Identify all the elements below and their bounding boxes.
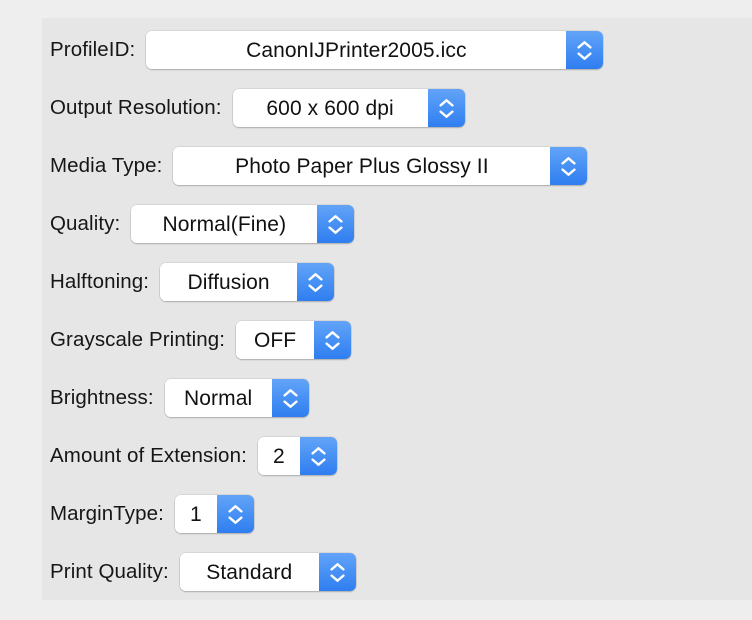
- stepper-control-margin-type[interactable]: 1: [174, 495, 254, 533]
- label-grayscale-printing: Grayscale Printing:: [50, 327, 226, 351]
- stepper-down-brightness[interactable]: [283, 399, 298, 408]
- setting-row-output-resolution: Output Resolution: 600 x 600 dpi: [50, 88, 465, 128]
- stepper-buttons-profile-id[interactable]: [566, 31, 604, 69]
- setting-row-amount-of-extension: Amount of Extension: 2: [50, 436, 337, 476]
- stepper-down-output-resolution[interactable]: [439, 109, 454, 118]
- setting-row-quality: Quality: Normal(Fine): [50, 204, 355, 244]
- stepper-up-halftoning[interactable]: [308, 272, 323, 281]
- stepper-control-grayscale-printing[interactable]: OFF: [236, 321, 352, 359]
- label-margin-type: MarginType:: [50, 501, 164, 525]
- printer-settings-panel: ProfileID: CanonIJPrinter2005.icc Output R…: [42, 18, 752, 600]
- value-profile-id[interactable]: CanonIJPrinter2005.icc: [146, 31, 567, 69]
- stepper-buttons-quality[interactable]: [317, 205, 355, 243]
- stepper-down-print-quality[interactable]: [330, 573, 345, 582]
- stepper-down-profile-id[interactable]: [577, 51, 592, 60]
- value-media-type[interactable]: Photo Paper Plus Glossy II: [173, 147, 551, 185]
- setting-row-margin-type: MarginType: 1: [50, 494, 254, 534]
- stepper-down-grayscale-printing[interactable]: [325, 341, 340, 350]
- value-margin-type[interactable]: 1: [174, 495, 217, 533]
- value-amount-of-extension[interactable]: 2: [257, 437, 300, 475]
- label-amount-of-extension: Amount of Extension:: [50, 443, 247, 467]
- label-brightness: Brightness:: [50, 385, 154, 409]
- stepper-up-print-quality[interactable]: [330, 562, 345, 571]
- setting-row-media-type: Media Type: Photo Paper Plus Glossy II: [50, 146, 588, 186]
- stepper-up-quality[interactable]: [328, 214, 343, 223]
- stepper-down-media-type[interactable]: [561, 167, 577, 176]
- stepper-control-profile-id[interactable]: CanonIJPrinter2005.icc: [146, 31, 604, 69]
- value-halftoning[interactable]: Diffusion: [160, 263, 298, 301]
- stepper-down-amount-of-extension[interactable]: [311, 457, 326, 466]
- label-output-resolution: Output Resolution:: [50, 95, 222, 119]
- stepper-up-amount-of-extension[interactable]: [311, 446, 326, 455]
- value-grayscale-printing[interactable]: OFF: [236, 321, 315, 359]
- stepper-control-brightness[interactable]: Normal: [164, 379, 309, 417]
- setting-row-halftoning: Halftoning: Diffusion: [50, 262, 335, 302]
- stepper-buttons-halftoning[interactable]: [297, 263, 335, 301]
- stepper-buttons-print-quality[interactable]: [318, 553, 356, 591]
- stepper-control-print-quality[interactable]: Standard: [179, 553, 356, 591]
- label-media-type: Media Type:: [50, 153, 163, 177]
- stepper-control-halftoning[interactable]: Diffusion: [160, 263, 335, 301]
- value-print-quality[interactable]: Standard: [179, 553, 319, 591]
- stepper-up-output-resolution[interactable]: [439, 98, 454, 107]
- stepper-down-halftoning[interactable]: [308, 283, 323, 292]
- stepper-down-margin-type[interactable]: [228, 515, 243, 524]
- setting-row-print-quality: Print Quality: Standard: [50, 552, 356, 592]
- setting-row-profile-id: ProfileID: CanonIJPrinter2005.icc: [50, 30, 604, 70]
- setting-row-brightness: Brightness: Normal: [50, 378, 309, 418]
- stepper-control-media-type[interactable]: Photo Paper Plus Glossy II: [173, 147, 588, 185]
- stepper-up-profile-id[interactable]: [577, 40, 592, 49]
- value-output-resolution[interactable]: 600 x 600 dpi: [232, 89, 428, 127]
- stepper-up-grayscale-printing[interactable]: [325, 330, 340, 339]
- label-halftoning: Halftoning:: [50, 269, 150, 293]
- stepper-buttons-margin-type[interactable]: [216, 495, 254, 533]
- label-print-quality: Print Quality:: [50, 559, 169, 583]
- value-brightness[interactable]: Normal: [164, 379, 272, 417]
- value-quality[interactable]: Normal(Fine): [131, 205, 318, 243]
- stepper-buttons-media-type[interactable]: [550, 147, 588, 185]
- stepper-buttons-grayscale-printing[interactable]: [314, 321, 352, 359]
- stepper-up-media-type[interactable]: [561, 156, 577, 165]
- stepper-down-quality[interactable]: [328, 225, 343, 234]
- stepper-control-amount-of-extension[interactable]: 2: [257, 437, 337, 475]
- label-quality: Quality:: [50, 211, 121, 235]
- stepper-control-output-resolution[interactable]: 600 x 600 dpi: [232, 89, 465, 127]
- stepper-up-margin-type[interactable]: [228, 504, 243, 513]
- stepper-buttons-output-resolution[interactable]: [427, 89, 465, 127]
- stepper-buttons-amount-of-extension[interactable]: [299, 437, 337, 475]
- setting-row-grayscale-printing: Grayscale Printing: OFF: [50, 320, 352, 360]
- stepper-control-quality[interactable]: Normal(Fine): [131, 205, 355, 243]
- stepper-buttons-brightness[interactable]: [271, 379, 309, 417]
- stepper-up-brightness[interactable]: [283, 388, 298, 397]
- label-profile-id: ProfileID:: [50, 37, 136, 61]
